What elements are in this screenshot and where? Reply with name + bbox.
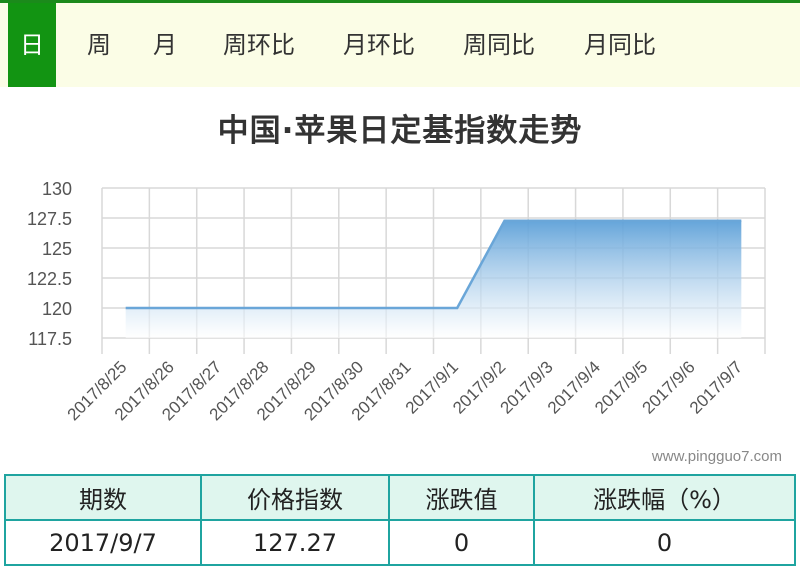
tab-week-year-over-year[interactable]: 周同比 [456,3,542,87]
header-change-percent: 涨跌幅（%） [534,475,795,520]
chart-title: 中国·苹果日定基指数走势 [0,105,800,150]
cell-period: 2017/9/7 [5,520,201,565]
header-change-value: 涨跌值 [389,475,534,520]
period-tab-bar: 日 周 月 周环比 月环比 周同比 月同比 [0,0,800,87]
tab-month-year-over-year[interactable]: 月同比 [577,3,663,87]
x-axis: 2017/8/252017/8/262017/8/272017/8/282017… [64,357,747,424]
tab-month-over-month[interactable]: 月环比 [336,3,422,87]
header-period: 期数 [5,475,201,520]
cell-change-value: 0 [389,520,534,565]
table-row: 2017/9/7 127.27 0 0 [5,520,795,565]
cell-price-index: 127.27 [201,520,389,565]
cell-change-percent: 0 [534,520,795,565]
y-tick-label: 122.5 [27,269,72,289]
x-tick-label: 2017/9/7 [686,357,746,417]
header-price-index: 价格指数 [201,475,389,520]
watermark: www.pingguo7.com [652,448,782,465]
index-trend-chart: 130 127.5 125 122.5 120 117.5 2017/8/252017/8… [0,170,800,445]
y-tick-label: 125 [42,239,72,259]
tab-day[interactable]: 日 [8,3,56,87]
index-summary-table: 期数 价格指数 涨跌值 涨跌幅（%） 2017/9/7 127.27 0 0 [4,474,796,566]
tab-month[interactable]: 月 [150,3,180,87]
y-tick-label: 117.5 [28,329,72,349]
table-header-row: 期数 价格指数 涨跌值 涨跌幅（%） [5,475,795,520]
y-tick-label: 127.5 [27,209,72,229]
y-axis: 130 127.5 125 122.5 120 117.5 [27,179,72,349]
y-tick-label: 130 [42,179,72,199]
tab-week-over-week[interactable]: 周环比 [216,3,302,87]
tab-week[interactable]: 周 [84,3,114,87]
y-tick-label: 120 [42,299,72,319]
